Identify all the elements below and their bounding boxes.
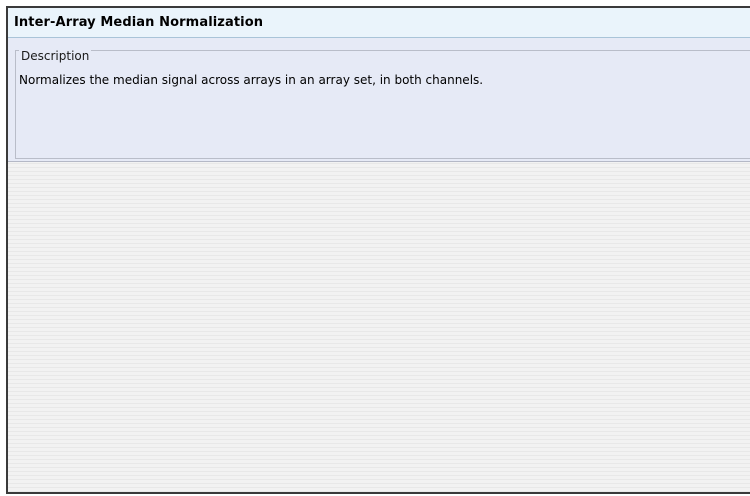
panel-title: Inter-Array Median Normalization	[14, 15, 264, 30]
description-section	[8, 38, 750, 162]
description-text: Normalizes the median signal across arra…	[19, 73, 484, 87]
panel-title-bar: Inter-Array Median Normalization	[8, 8, 750, 38]
description-legend: Description	[19, 49, 92, 63]
empty-content-area	[8, 162, 750, 492]
description-group-box	[15, 50, 750, 159]
normalization-panel: Inter-Array Median Normalization Descrip…	[6, 6, 750, 494]
